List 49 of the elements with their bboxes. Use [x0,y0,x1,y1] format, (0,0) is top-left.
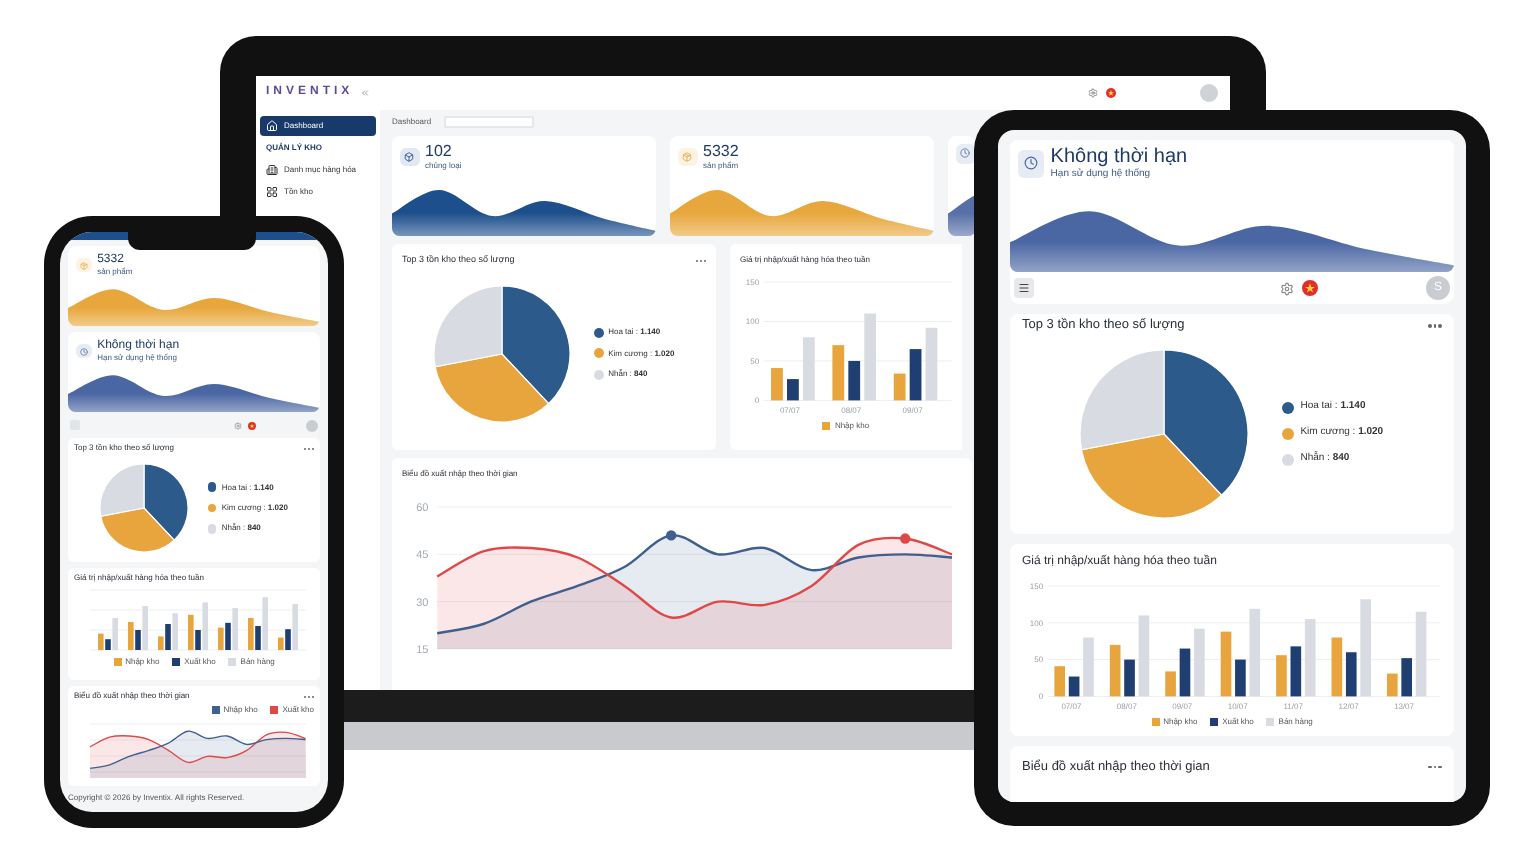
flag-icon[interactable] [1106,88,1116,98]
dropdown-field[interactable] [443,116,534,128]
clock-icon [79,347,88,355]
flag-icon[interactable] [1302,280,1318,296]
chart-bar [1401,657,1412,696]
phone-notch [128,232,256,250]
cube-icon [404,152,415,162]
chart-bar [893,373,906,401]
data-point [666,530,677,541]
chart-bar [1235,658,1246,696]
grid-icon [266,186,278,198]
chart-bar [1249,608,1261,696]
chart-bar [1194,628,1205,696]
chart-bar [771,368,783,401]
package-icon [79,261,88,269]
collapse-icon[interactable] [360,88,370,98]
stat-value: 5332 [703,144,739,160]
chart-bar [1165,670,1176,696]
chart-bar [1109,644,1121,696]
stat-value: Không thời hạn [1050,148,1188,168]
clock-icon [960,148,971,159]
settings-icon[interactable] [234,421,242,429]
chart-bar [787,379,799,401]
clock-icon [1024,156,1039,171]
chart-bar [1083,636,1094,696]
chart-bar [925,327,938,401]
flag-icon[interactable] [248,421,256,429]
settings-icon[interactable] [1280,281,1294,295]
chart-bar [1138,614,1150,696]
chart-bar [1124,658,1135,696]
chart-bar [864,313,877,401]
data-point [900,533,911,544]
menu-button[interactable] [1014,278,1034,298]
chart-bar [832,345,845,401]
stat-value: 102 [425,144,454,160]
package-icon [682,152,693,162]
chart-bar [909,349,922,401]
chart-bar [848,360,861,401]
chart-bar [1386,672,1398,696]
chart-bar [1360,598,1371,696]
menu-icon [1018,282,1030,294]
chart-bar [1276,654,1287,696]
building-icon [266,164,278,176]
settings-icon[interactable] [1088,88,1098,98]
chart-bar [1179,647,1191,696]
chart-bar [802,337,815,401]
chart-bar [1415,611,1427,696]
home-icon [266,120,278,132]
chart-bar [1220,631,1232,696]
